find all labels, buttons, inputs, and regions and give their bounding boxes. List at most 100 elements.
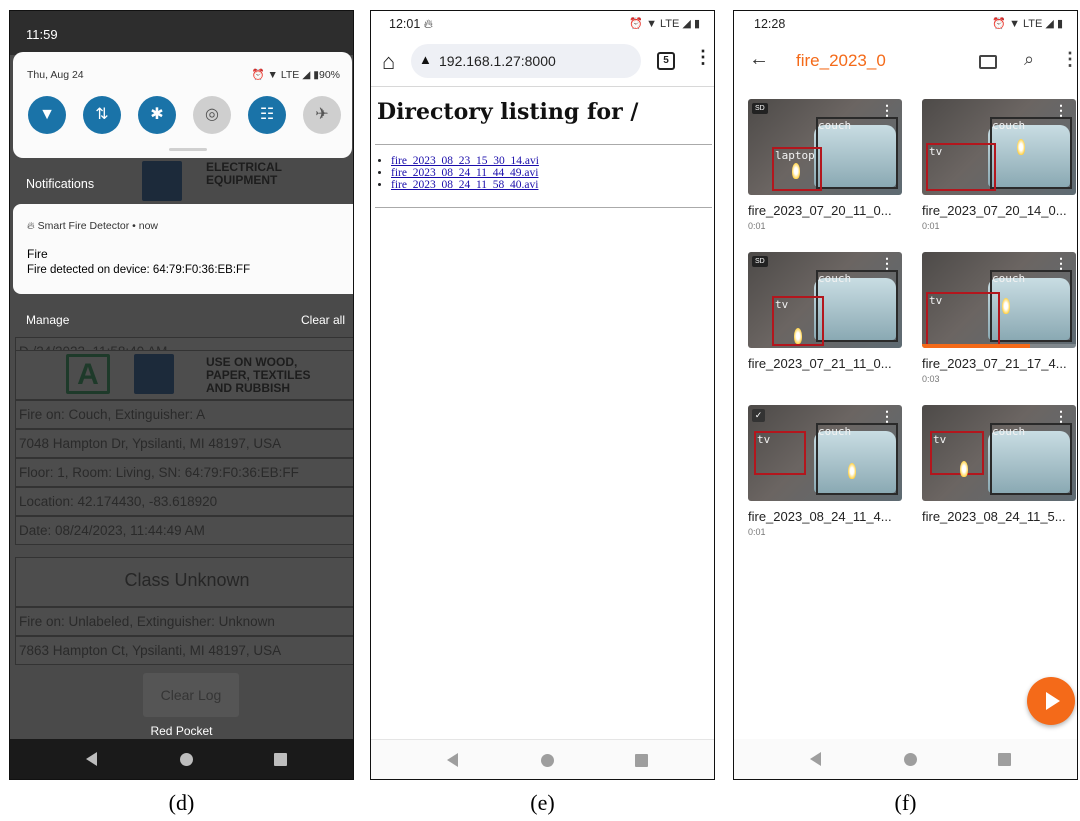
qs-status-icons: ⏰ ▼ LTE ◢ ▮90%	[251, 69, 340, 81]
file-link[interactable]: fire_2023_08_24_11_44_49.avi	[391, 167, 538, 179]
video-thumbnail[interactable]: couch tv ⋮	[922, 99, 1076, 195]
flame-image	[1017, 139, 1025, 155]
caption-e: (e)	[530, 790, 555, 815]
status-time: 11:59	[26, 27, 58, 42]
video-more-icon[interactable]: ⋮	[880, 255, 894, 272]
phone-e-browser-screen: 12:01 🔥︎ ⏰ ▼ LTE ◢ ▮ ⌂ ▲ 192.168.1.27:80…	[370, 10, 715, 780]
flame-image	[794, 328, 802, 344]
video-name: fire_2023_07_21_17_4...	[922, 356, 1067, 371]
clear-log-button[interactable]: Clear Log	[143, 673, 239, 717]
file-link[interactable]: fire_2023_08_24_11_58_40.avi	[391, 179, 538, 191]
toolbar-divider	[371, 86, 714, 87]
detection-label: couch	[818, 272, 852, 285]
sd-badge: SD	[752, 256, 768, 267]
flame-image	[792, 163, 800, 179]
drag-handle[interactable]	[169, 148, 207, 151]
phone-f-video-gallery: 12:28 ⏰ ▼ LTE ◢ ▮ ← fire_2023_0 ⌕ ⋮ couc…	[733, 10, 1078, 780]
class-a-header: A USE ON WOOD, PAPER, TEXTILES AND RUBBI…	[15, 350, 353, 400]
video-name: fire_2023_07_20_14_0...	[922, 203, 1067, 218]
status-bar: 11:59	[10, 11, 353, 55]
data-icon[interactable]: ⇅	[83, 96, 121, 134]
video-duration: 0:01	[748, 221, 766, 231]
watched-check-icon: ✓	[752, 409, 765, 422]
playback-progress-fill	[922, 344, 1030, 348]
carrier-label: Red Pocket	[150, 724, 213, 738]
class-a-sign: A	[66, 354, 110, 394]
detection-label: tv	[929, 145, 943, 158]
video-duration: 0:03	[922, 374, 940, 384]
back-arrow-icon[interactable]: ←	[749, 48, 769, 71]
recents-icon[interactable]	[998, 753, 1011, 766]
fire-notification-card[interactable]: 🔥︎ Smart Fire Detector • now Fire Fire d…	[13, 204, 353, 294]
flame-icon: 🔥︎	[27, 220, 38, 232]
caption-f: (f)	[894, 790, 917, 815]
play-fab-button[interactable]	[1027, 677, 1075, 725]
home-icon[interactable]	[180, 753, 193, 766]
list-item: fire_2023_08_23_15_30_14.avi	[391, 155, 539, 167]
recents-icon[interactable]	[274, 753, 287, 766]
bluetooth-icon[interactable]: ✱	[138, 96, 176, 134]
video-name: fire_2023_07_20_11_0...	[748, 203, 892, 218]
log-row: Fire on: Unlabeled, Extinguisher: Unknow…	[15, 607, 353, 636]
video-more-icon[interactable]: ⋮	[880, 408, 894, 425]
home-icon[interactable]: ⌂	[382, 49, 395, 75]
video-thumbnail[interactable]: couch tv SD ⋮	[748, 252, 902, 348]
home-icon[interactable]	[904, 753, 917, 766]
hotspot-icon[interactable]: ◎	[193, 96, 231, 134]
detection-label: couch	[818, 119, 852, 132]
detection-label: tv	[775, 298, 789, 311]
search-icon[interactable]: ⌕	[1024, 49, 1034, 70]
trash-fire-icon	[134, 354, 174, 394]
clear-all-button[interactable]: Clear all	[301, 313, 345, 327]
cast-icon[interactable]	[979, 55, 997, 69]
overflow-menu-icon[interactable]: ⋮	[694, 47, 712, 68]
playback-progress	[922, 344, 1076, 348]
caption-d: (d)	[168, 790, 195, 815]
navigation-bar	[371, 739, 714, 779]
video-more-icon[interactable]: ⋮	[1054, 408, 1068, 425]
notifications-label: Notifications	[26, 177, 95, 191]
notification-title: Fire	[27, 247, 48, 261]
video-more-icon[interactable]: ⋮	[1054, 255, 1068, 272]
log-row: Location: 42.174430, -83.618920	[15, 487, 353, 516]
video-more-icon[interactable]: ⋮	[880, 102, 894, 119]
not-secure-warning-icon[interactable]: ▲	[419, 52, 432, 67]
video-name: fire_2023_08_24_11_4...	[748, 509, 892, 524]
class-a-description: USE ON WOOD, PAPER, TEXTILES AND RUBBISH	[206, 355, 311, 395]
detection-label: tv	[757, 433, 771, 446]
footer-rule	[375, 207, 712, 208]
home-icon[interactable]	[541, 754, 554, 767]
status-icons: ⏰ ▼ LTE ◢ ▮	[629, 18, 700, 30]
video-duration: 0:01	[922, 221, 940, 231]
back-icon[interactable]	[447, 753, 458, 767]
airplane-icon[interactable]: ✈	[303, 96, 341, 134]
detection-label: couch	[992, 425, 1026, 438]
flame-image	[1002, 298, 1010, 314]
recents-icon[interactable]	[635, 754, 648, 767]
video-name: fire_2023_08_24_11_5...	[922, 509, 1066, 524]
status-time: 12:01	[389, 17, 421, 31]
file-link[interactable]: fire_2023_08_23_15_30_14.avi	[391, 155, 539, 167]
page-heading: Directory listing for /	[377, 99, 639, 125]
video-thumbnail[interactable]: couch tv ⋮	[922, 405, 1076, 501]
heading-rule	[375, 144, 712, 145]
class-unknown-header: Class Unknown	[15, 557, 353, 607]
flame-image	[848, 463, 856, 479]
url-text: 192.168.1.27:8000	[439, 53, 556, 69]
back-icon[interactable]	[86, 752, 97, 766]
phone-d-notification-screen: 11:59 ELECTRICAL EQUIPMENT D /24/2023, 1…	[9, 10, 354, 780]
detection-label: laptop	[775, 149, 815, 162]
video-more-icon[interactable]: ⋮	[1054, 102, 1068, 119]
navigation-bar	[734, 739, 1077, 779]
notification-text: Fire detected on device: 64:79:F0:36:EB:…	[27, 264, 251, 276]
overflow-menu-icon[interactable]: ⋮	[1061, 49, 1077, 70]
video-thumbnail[interactable]: couch laptop SD ⋮	[748, 99, 902, 195]
address-bar[interactable]: ▲ 192.168.1.27:8000	[411, 44, 641, 78]
equalizer-icon[interactable]: ☷	[248, 96, 286, 134]
manage-button[interactable]: Manage	[26, 313, 69, 327]
video-thumbnail[interactable]: couch tv ⋮	[922, 252, 1076, 348]
back-icon[interactable]	[810, 752, 821, 766]
video-thumbnail[interactable]: couch tv ✓ ⋮	[748, 405, 902, 501]
wifi-icon[interactable]: ▼	[28, 96, 66, 134]
tab-switcher-button[interactable]: 5	[657, 52, 675, 70]
